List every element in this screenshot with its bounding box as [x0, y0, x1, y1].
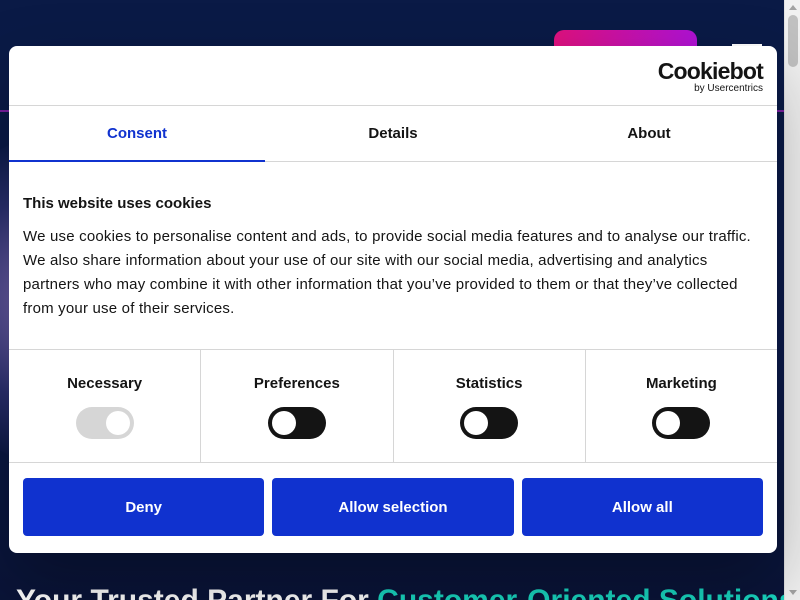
- dialog-tabs: Consent Details About: [9, 106, 777, 162]
- toggle-label-necessary: Necessary: [67, 375, 143, 392]
- cookie-consent-dialog: Cookiebot by Usercentrics Consent Detail…: [9, 46, 777, 553]
- logo-sub-text: by Usercentrics: [694, 83, 763, 94]
- toggle-cell-marketing: Marketing: [586, 350, 777, 462]
- allow-selection-button[interactable]: Allow selection: [272, 478, 514, 536]
- dialog-description: We use cookies to personalise content an…: [23, 228, 751, 317]
- hero-headline: Your Trusted Partner For Customer-Orient…: [16, 584, 784, 600]
- tab-details[interactable]: Details: [265, 106, 521, 161]
- dialog-header: Cookiebot by Usercentrics: [9, 46, 777, 106]
- deny-button[interactable]: Deny: [23, 478, 265, 536]
- tab-about[interactable]: About: [521, 106, 777, 161]
- page-scrollbar[interactable]: [784, 0, 800, 600]
- dialog-title: This website uses cookies: [23, 195, 212, 212]
- hero-headline-text: Your Trusted Partner For: [16, 584, 377, 600]
- hero-headline-accent: Customer-Oriented Solutions: [377, 584, 784, 600]
- scroll-thumb[interactable]: [788, 15, 798, 67]
- toggle-cell-necessary: Necessary: [9, 350, 202, 462]
- allow-all-button[interactable]: Allow all: [521, 478, 763, 536]
- toggle-label-statistics: Statistics: [455, 375, 523, 392]
- preferences-toggle[interactable]: [267, 407, 326, 439]
- toggle-cell-preferences: Preferences: [201, 350, 394, 462]
- toggle-label-marketing: Marketing: [645, 375, 717, 392]
- tab-consent[interactable]: Consent: [9, 106, 265, 162]
- dialog-buttons: Deny Allow selection Allow all: [9, 463, 777, 536]
- scroll-up-arrow-icon[interactable]: [789, 5, 797, 10]
- dialog-body: This website uses cookies We use cookies…: [9, 162, 777, 350]
- toggle-knob: [656, 411, 681, 435]
- necessary-toggle: [75, 407, 134, 439]
- toggle-cell-statistics: Statistics: [394, 350, 586, 462]
- toggle-knob: [271, 411, 296, 435]
- scroll-down-arrow-icon[interactable]: [789, 590, 797, 595]
- logo-main-text: Cookiebot: [657, 58, 764, 84]
- marketing-toggle[interactable]: [652, 407, 711, 439]
- statistics-toggle[interactable]: [460, 407, 519, 439]
- toggle-knob: [105, 411, 130, 435]
- consent-toggles: Necessary Preferences Statistics Marketi…: [9, 350, 777, 463]
- cookiebot-logo: Cookiebot by Usercentrics: [657, 58, 764, 95]
- toggle-knob: [464, 411, 489, 435]
- toggle-label-preferences: Preferences: [253, 375, 340, 392]
